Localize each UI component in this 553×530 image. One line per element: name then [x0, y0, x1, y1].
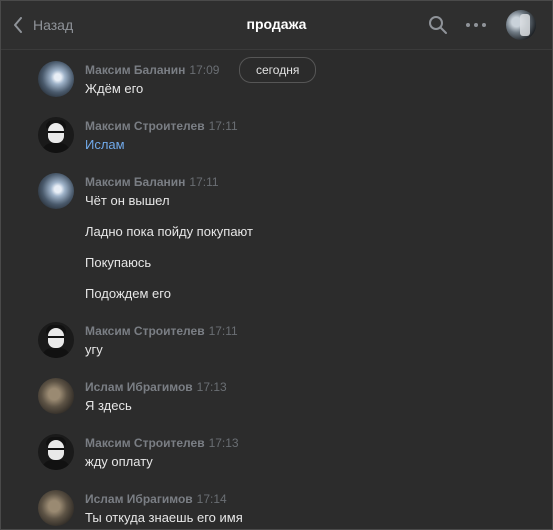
message-time: 17:14 — [196, 492, 227, 506]
message-text: Ждём его — [85, 81, 144, 96]
message-text: Подождем его — [85, 286, 171, 301]
mention-link[interactable]: Ислам — [85, 137, 125, 152]
author-name[interactable]: Ислам Ибрагимов 17:14 — [85, 492, 227, 506]
author-name[interactable]: Максим Строителев 17:13 — [85, 436, 239, 450]
message-time: 17:11 — [208, 324, 238, 338]
message-time: 17:13 — [208, 436, 239, 450]
avatar[interactable] — [38, 117, 74, 153]
message-text: Ты откуда знаешь его имя — [85, 510, 243, 525]
chat-header: Назад продажа — [1, 1, 552, 50]
message-time: 17:11 — [208, 119, 238, 133]
date-separator: сегодня — [239, 57, 317, 83]
avatar[interactable] — [38, 173, 74, 209]
message-text: жду оплату — [85, 454, 153, 469]
avatar[interactable] — [38, 61, 74, 97]
avatar[interactable] — [38, 378, 74, 414]
author-name[interactable]: Максим Строителев 17:11 — [85, 119, 238, 133]
search-icon[interactable] — [428, 15, 448, 35]
message-text: Я здесь — [85, 398, 132, 413]
author-name[interactable]: Максим Баланин 17:11 — [85, 175, 219, 189]
message-time: 17:13 — [196, 380, 227, 394]
message-feed[interactable]: сегодня Максим Баланин 17:09 Ждём его Мак… — [1, 50, 552, 529]
message-text: Покупаюсь — [85, 255, 152, 270]
author-name[interactable]: Ислам Ибрагимов 17:13 — [85, 380, 227, 394]
message-time: 17:11 — [189, 175, 219, 189]
more-icon[interactable] — [465, 22, 487, 28]
author-name[interactable]: Максим Строителев 17:11 — [85, 324, 238, 338]
chat-avatar[interactable] — [506, 10, 536, 40]
message-time: 17:09 — [189, 63, 220, 77]
message-text: Ладно пока пойду покупают — [85, 224, 253, 239]
chat-window: Назад продажа сегодня Максим Баланин 17:0… — [0, 0, 553, 530]
message-text: Чёт он вышел — [85, 193, 170, 208]
avatar[interactable] — [38, 490, 74, 526]
avatar[interactable] — [38, 322, 74, 358]
avatar[interactable] — [38, 434, 74, 470]
author-name[interactable]: Максим Баланин 17:09 — [85, 63, 219, 77]
message-text: угу — [85, 342, 103, 357]
